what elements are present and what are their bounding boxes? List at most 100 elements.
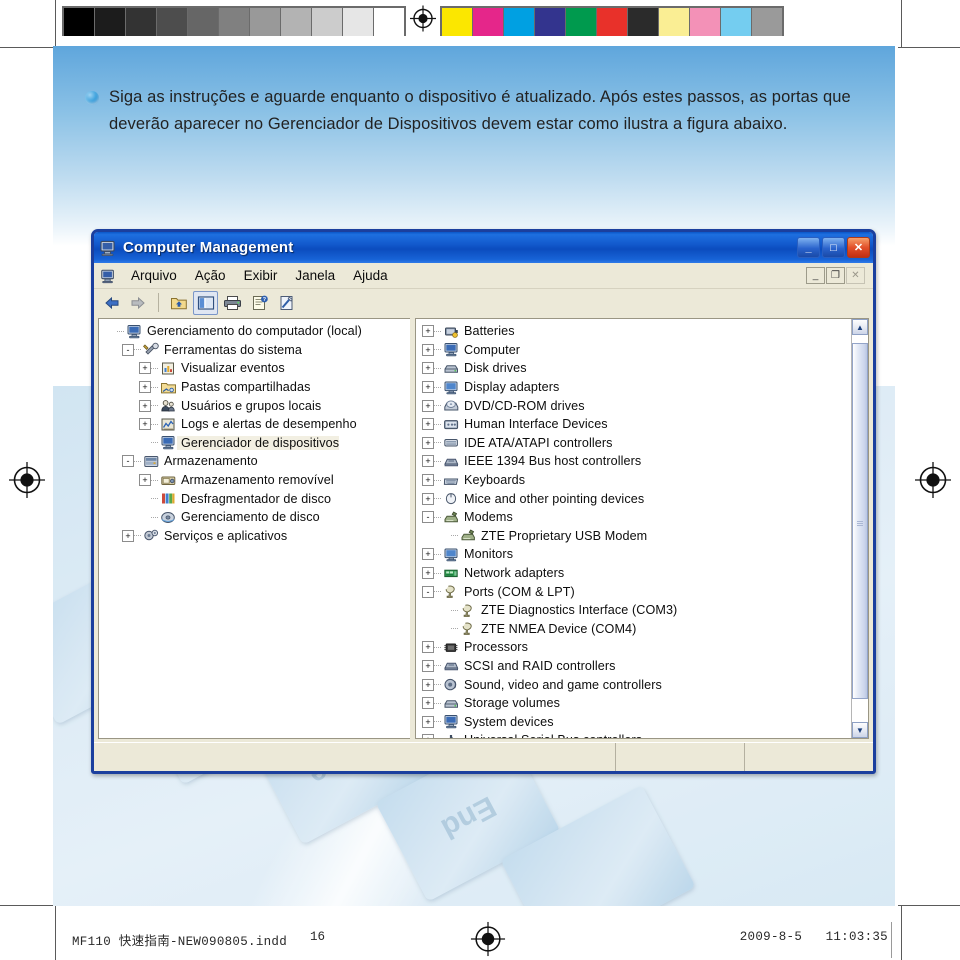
- gray-swatch-6: [250, 8, 280, 36]
- tree-row-label: Pastas compartilhadas: [181, 380, 311, 395]
- expand-toggle[interactable]: +: [422, 715, 434, 728]
- expand-toggle[interactable]: +: [422, 436, 434, 449]
- properties-icon[interactable]: ?: [247, 291, 272, 315]
- expand-toggle[interactable]: +: [139, 399, 151, 412]
- tree-row[interactable]: - Modems: [419, 508, 851, 527]
- tree-row[interactable]: ZTE Proprietary USB Modem: [419, 527, 851, 546]
- expand-toggle[interactable]: +: [139, 418, 151, 431]
- expand-toggle[interactable]: +: [422, 678, 434, 691]
- collapse-toggle[interactable]: -: [122, 455, 134, 468]
- tree-row[interactable]: + Pastas compartilhadas: [102, 378, 410, 397]
- tree-row[interactable]: ZTE Diagnostics Interface (COM3): [419, 601, 851, 620]
- tree-row[interactable]: + Storage volumes: [419, 694, 851, 713]
- status-cell-2: [615, 743, 744, 771]
- tree-row[interactable]: + Network adapters: [419, 564, 851, 583]
- tree-row[interactable]: + Armazenamento removível: [102, 471, 410, 490]
- expand-toggle[interactable]: +: [422, 362, 434, 375]
- tree-row[interactable]: + Logs e alertas de desempenho: [102, 415, 410, 434]
- tree-row[interactable]: + Batteries: [419, 322, 851, 341]
- expand-toggle[interactable]: +: [422, 343, 434, 356]
- help-icon[interactable]: [274, 291, 299, 315]
- tree-row[interactable]: + Keyboards: [419, 471, 851, 490]
- tree-row[interactable]: + DVD/CD-ROM drives: [419, 396, 851, 415]
- tree-row[interactable]: + Computer: [419, 341, 851, 360]
- tree-row[interactable]: + Sound, video and game controllers: [419, 675, 851, 694]
- tree-row[interactable]: Gerenciamento do computador (local): [102, 322, 410, 341]
- collapse-toggle[interactable]: -: [122, 343, 134, 356]
- computer-device-icon: [443, 342, 460, 357]
- expand-toggle[interactable]: +: [139, 362, 151, 375]
- tree-row[interactable]: + System devices: [419, 712, 851, 731]
- scroll-thumb[interactable]: [852, 342, 868, 699]
- expand-toggle[interactable]: +: [139, 381, 151, 394]
- tree-row-label: Network adapters: [464, 566, 565, 581]
- close-button[interactable]: ✕: [847, 237, 870, 258]
- tree-row[interactable]: - Ferramentas do sistema: [102, 341, 410, 360]
- tree-connector: [151, 516, 158, 518]
- expand-toggle[interactable]: +: [422, 659, 434, 672]
- expand-toggle[interactable]: +: [422, 381, 434, 394]
- tree-row[interactable]: ZTE NMEA Device (COM4): [419, 620, 851, 639]
- up-one-level-icon[interactable]: [166, 291, 191, 315]
- tree-row[interactable]: Desfragmentador de disco: [102, 489, 410, 508]
- tree-row[interactable]: + Disk drives: [419, 359, 851, 378]
- forward-icon[interactable]: [126, 291, 151, 315]
- expand-toggle[interactable]: +: [422, 325, 434, 338]
- tree-row[interactable]: + Serviços e aplicativos: [102, 527, 410, 546]
- tree-row[interactable]: + IEEE 1394 Bus host controllers: [419, 452, 851, 471]
- expand-toggle[interactable]: +: [422, 418, 434, 431]
- maximize-button[interactable]: □: [822, 237, 845, 258]
- device-tree[interactable]: + Batteries + Computer + Disk drives + Display …: [416, 319, 851, 738]
- tree-row[interactable]: + Monitors: [419, 545, 851, 564]
- event-viewer-icon: [160, 361, 177, 376]
- port-icon: [460, 603, 477, 618]
- tree-row[interactable]: - Ports (COM & LPT): [419, 582, 851, 601]
- mdi-minimize-button[interactable]: _: [806, 267, 825, 284]
- tree-row[interactable]: + IDE ATA/ATAPI controllers: [419, 434, 851, 453]
- scroll-down-button[interactable]: ▼: [852, 722, 868, 738]
- tree-connector: [151, 423, 158, 425]
- expand-toggle[interactable]: +: [422, 455, 434, 468]
- tree-row[interactable]: + Visualizar eventos: [102, 359, 410, 378]
- expand-toggle[interactable]: +: [422, 641, 434, 654]
- tree-row[interactable]: Gerenciador de dispositivos: [102, 434, 410, 453]
- expand-toggle[interactable]: +: [122, 529, 134, 542]
- expand-toggle[interactable]: +: [422, 567, 434, 580]
- minimize-button[interactable]: _: [797, 237, 820, 258]
- tree-row[interactable]: + Usuários e grupos locais: [102, 396, 410, 415]
- tree-row[interactable]: + Human Interface Devices: [419, 415, 851, 434]
- menu-item-exibir[interactable]: Exibir: [235, 266, 287, 285]
- tree-row[interactable]: Gerenciamento de disco: [102, 508, 410, 527]
- scroll-up-button[interactable]: ▲: [852, 319, 868, 335]
- console-tree[interactable]: Gerenciamento do computador (local) - Ferr…: [99, 319, 410, 545]
- mdi-close-button[interactable]: ✕: [846, 267, 865, 284]
- back-icon[interactable]: [99, 291, 124, 315]
- tree-row[interactable]: + Display adapters: [419, 378, 851, 397]
- scsi-raid-icon: [443, 658, 460, 673]
- tree-row[interactable]: + Processors: [419, 638, 851, 657]
- print-icon[interactable]: [220, 291, 245, 315]
- tree-row[interactable]: + Universal Serial Bus controllers: [419, 731, 851, 738]
- expand-toggle[interactable]: +: [422, 548, 434, 561]
- expand-toggle[interactable]: +: [422, 734, 434, 738]
- expand-toggle[interactable]: +: [139, 474, 151, 487]
- collapse-toggle[interactable]: -: [422, 511, 434, 524]
- menu-item-janela[interactable]: Janela: [286, 266, 344, 285]
- expand-toggle[interactable]: +: [422, 697, 434, 710]
- expand-toggle[interactable]: +: [422, 399, 434, 412]
- show-hide-tree-icon[interactable]: [193, 290, 218, 315]
- mdi-restore-button[interactable]: ❐: [826, 267, 845, 284]
- expand-toggle[interactable]: +: [422, 474, 434, 487]
- keyboard-icon: [443, 473, 460, 488]
- menu-item-acao[interactable]: Ação: [186, 266, 235, 285]
- tree-row[interactable]: - Armazenamento: [102, 452, 410, 471]
- local-users-icon: [160, 398, 177, 413]
- device-tree-scrollbar[interactable]: ▲ ▼: [851, 319, 868, 738]
- tree-row[interactable]: + SCSI and RAID controllers: [419, 657, 851, 676]
- menu-item-arquivo[interactable]: Arquivo: [122, 266, 186, 285]
- scroll-track[interactable]: [852, 335, 868, 722]
- expand-toggle[interactable]: +: [422, 492, 434, 505]
- menu-item-ajuda[interactable]: Ajuda: [344, 266, 397, 285]
- tree-row[interactable]: + Mice and other pointing devices: [419, 489, 851, 508]
- collapse-toggle[interactable]: -: [422, 585, 434, 598]
